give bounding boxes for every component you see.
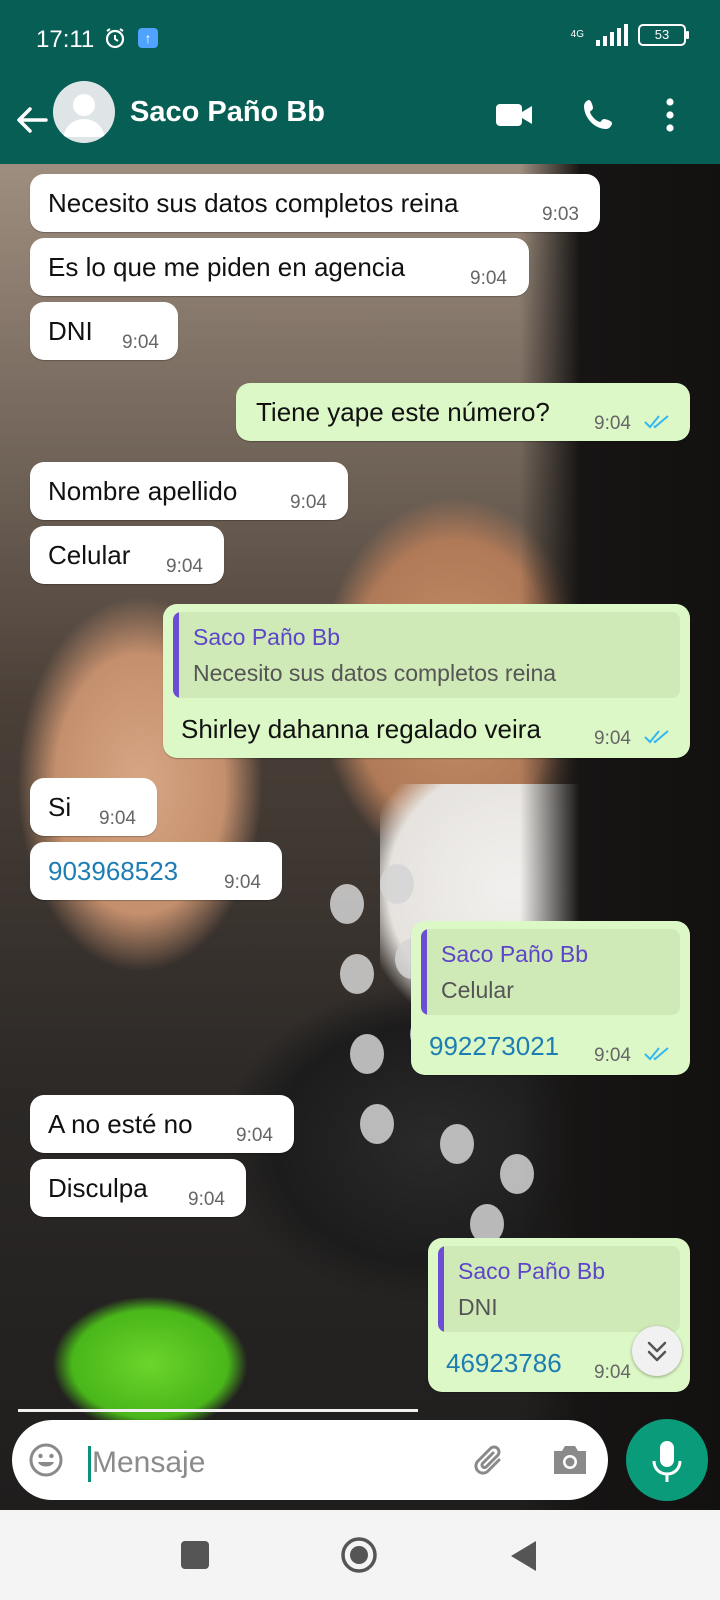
double-check-icon	[644, 730, 669, 744]
phone-number-link[interactable]: 992273021	[429, 1031, 559, 1062]
attach-icon[interactable]	[472, 1442, 508, 1482]
message-incoming[interactable]: Disculpa 9:04	[30, 1159, 246, 1217]
network-label: 4G	[570, 29, 584, 40]
quoted-message[interactable]: Saco Paño Bb Necesito sus datos completo…	[173, 612, 680, 698]
dni-number-link[interactable]: 46923786	[446, 1348, 562, 1379]
mic-button[interactable]	[626, 1419, 708, 1501]
message-time: 9:04	[122, 332, 159, 353]
message-incoming[interactable]: DNI 9:04	[30, 302, 178, 360]
quote-text: Celular	[441, 977, 514, 1003]
message-text: DNI	[48, 316, 93, 346]
message-text: Shirley dahanna regalado veira	[181, 714, 541, 744]
message-input[interactable]: Mensaje	[92, 1446, 205, 1480]
quoted-message[interactable]: Saco Paño Bb DNI	[438, 1246, 680, 1332]
phone-call-icon[interactable]	[582, 97, 616, 131]
message-incoming[interactable]: Celular 9:04	[30, 526, 224, 584]
message-incoming[interactable]: Necesito sus datos completos reina 9:03	[30, 174, 600, 232]
upload-notification-icon: ↑	[138, 28, 158, 48]
double-check-icon	[644, 1047, 669, 1061]
scroll-divider	[18, 1409, 418, 1412]
quote-author: Saco Paño Bb	[458, 1258, 606, 1284]
quote-text: DNI	[458, 1294, 498, 1320]
message-time: 9:04	[594, 728, 631, 749]
camera-icon[interactable]	[550, 1442, 590, 1478]
quote-accent-bar	[438, 1246, 444, 1332]
message-incoming[interactable]: A no esté no 9:04	[30, 1095, 294, 1153]
message-text: Si	[48, 792, 72, 822]
quote-accent-bar	[421, 929, 427, 1015]
phone-number-link[interactable]: 903968523	[48, 856, 178, 887]
message-text: Necesito sus datos completos reina	[48, 188, 459, 218]
battery-icon: 53	[638, 24, 689, 46]
quoted-message[interactable]: Saco Paño Bb Celular	[421, 929, 680, 1015]
message-incoming[interactable]: 903968523 9:04	[30, 842, 282, 900]
more-options-icon[interactable]	[664, 96, 676, 134]
signal-icon	[596, 24, 628, 46]
message-time: 9:04	[470, 268, 507, 289]
message-text: Disculpa	[48, 1173, 148, 1203]
battery-level: 53	[654, 27, 670, 42]
quote-author: Saco Paño Bb	[441, 941, 589, 967]
video-call-icon[interactable]	[494, 101, 534, 129]
scroll-down-button[interactable]	[632, 1326, 682, 1376]
message-text: Tiene yape este número?	[256, 397, 550, 427]
scroll-down-icon	[647, 1341, 667, 1362]
quote-author: Saco Paño Bb	[193, 624, 341, 650]
home-icon[interactable]	[340, 1536, 378, 1574]
message-time: 9:04	[236, 1125, 273, 1146]
back-icon[interactable]	[508, 1539, 538, 1573]
status-bar: 17:11 ↑ 4G 53	[0, 0, 720, 82]
mic-icon	[652, 1441, 682, 1482]
recents-icon[interactable]	[181, 1541, 209, 1569]
avatar-icon[interactable]	[53, 81, 115, 143]
status-time: 17:11	[36, 26, 95, 53]
message-time: 9:04	[594, 1362, 631, 1383]
emoji-icon[interactable]	[28, 1442, 64, 1478]
alarm-icon	[105, 28, 125, 49]
message-incoming[interactable]: Si 9:04	[30, 778, 157, 836]
message-time: 9:04	[166, 556, 203, 577]
message-time: 9:04	[99, 808, 136, 829]
back-arrow-icon[interactable]	[12, 100, 52, 140]
message-time: 9:03	[542, 204, 579, 225]
message-outgoing[interactable]: Tiene yape este número? 9:04	[236, 383, 690, 441]
message-text: Celular	[48, 540, 131, 570]
message-text: A no esté no	[48, 1109, 193, 1139]
contact-name[interactable]: Saco Paño Bb	[130, 96, 325, 129]
text-caret	[88, 1446, 91, 1482]
message-text: Es lo que me piden en agencia	[48, 252, 406, 282]
message-outgoing-reply[interactable]: Saco Paño Bb Celular 992273021 9:04	[411, 921, 690, 1075]
message-time: 9:04	[594, 413, 631, 434]
message-time: 9:04	[224, 872, 261, 893]
message-incoming[interactable]: Es lo que me piden en agencia 9:04	[30, 238, 529, 296]
message-time: 9:04	[594, 1045, 631, 1066]
message-time: 9:04	[188, 1189, 225, 1210]
message-outgoing-reply[interactable]: Saco Paño Bb Necesito sus datos completo…	[163, 604, 690, 758]
quote-accent-bar	[173, 612, 179, 698]
message-text: Nombre apellido	[48, 476, 238, 506]
message-time: 9:04	[290, 492, 327, 513]
quote-text: Necesito sus datos completos reina	[193, 660, 557, 686]
message-incoming[interactable]: Nombre apellido 9:04	[30, 462, 348, 520]
double-check-icon	[644, 415, 669, 429]
